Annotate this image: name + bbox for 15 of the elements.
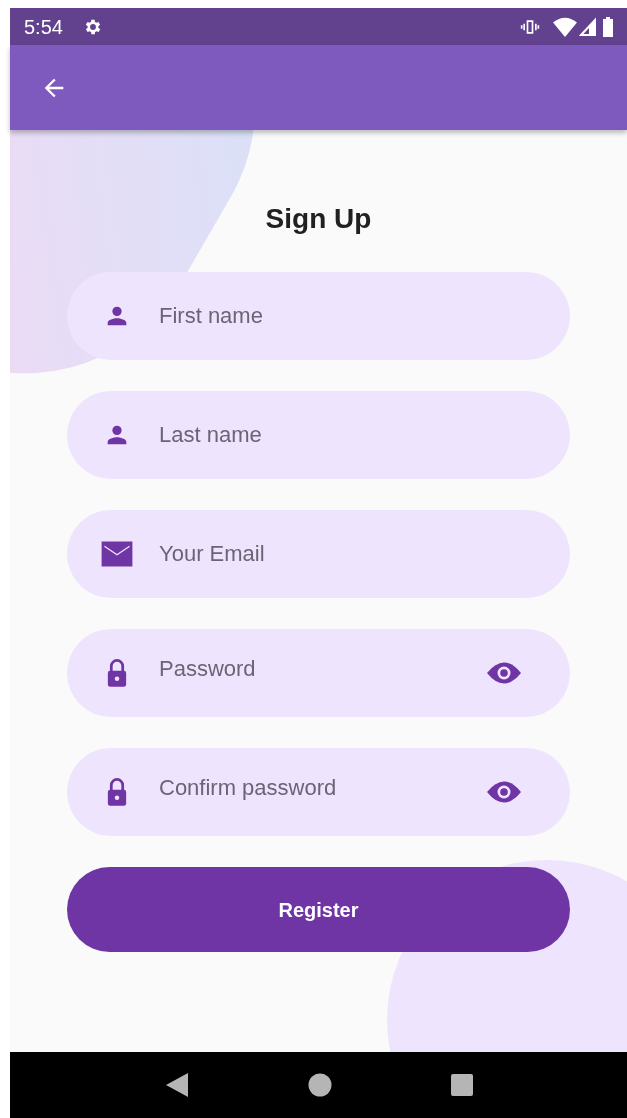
recents-icon[interactable]	[449, 1073, 474, 1097]
input-field[interactable]: First name	[67, 272, 570, 360]
input-field[interactable]: Confirm password	[67, 748, 570, 836]
input-field[interactable]: Your Email	[67, 510, 570, 598]
input-field[interactable]: Password	[67, 629, 570, 717]
page-title: Sign Up	[265, 202, 372, 236]
status-time: 5:54	[24, 14, 63, 40]
wifi-icon	[553, 16, 577, 37]
eye-icon[interactable]	[486, 779, 522, 805]
input-field[interactable]: Last name	[67, 391, 570, 479]
eye-icon[interactable]	[486, 660, 522, 686]
signal-icon	[579, 16, 597, 37]
home-icon[interactable]	[307, 1073, 332, 1097]
battery-icon	[603, 16, 613, 37]
register-button[interactable]: Register	[67, 867, 570, 952]
